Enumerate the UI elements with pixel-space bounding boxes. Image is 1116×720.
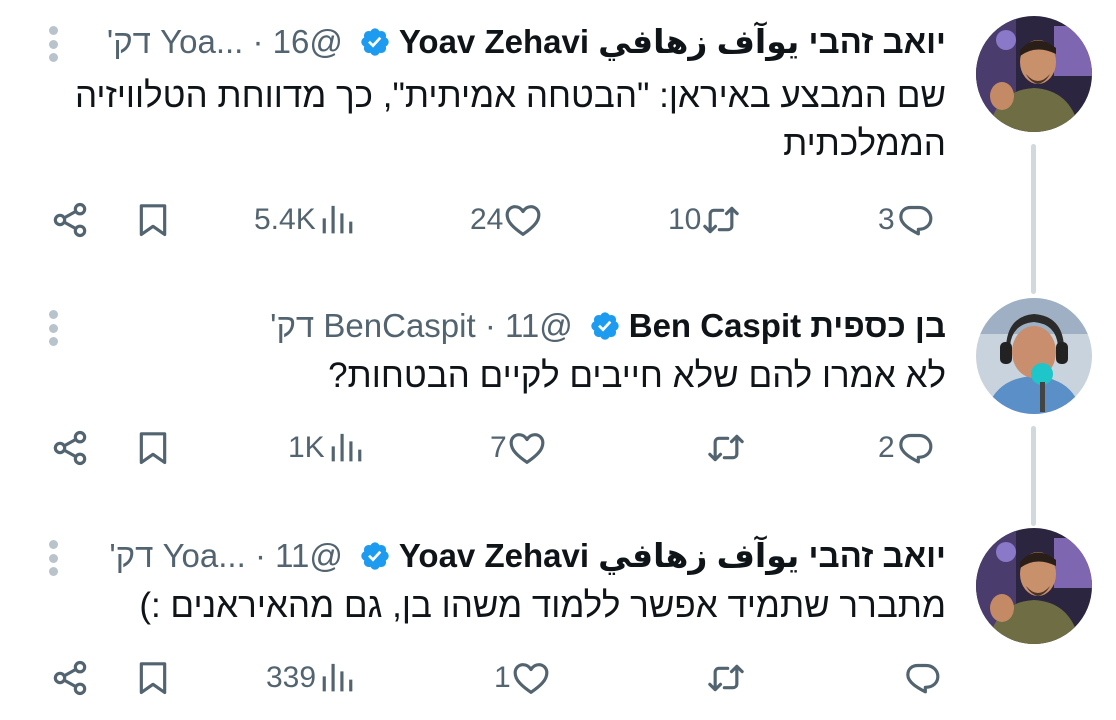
views-count: 1K — [288, 431, 325, 464]
bookmark-button[interactable] — [133, 656, 173, 700]
bookmark-button[interactable] — [133, 198, 173, 242]
like-button[interactable]: 24 — [470, 198, 543, 242]
tweet-header: יואב זהבי يوآف زهافي Yoav Zehavi @Yoa...… — [109, 536, 946, 576]
like-count: 24 — [470, 203, 504, 236]
tweet-header: בן כספית Ben Caspit @BenCaspit · 11 דק' — [270, 306, 946, 346]
retweet-button[interactable] — [706, 426, 746, 470]
bookmark-icon — [133, 200, 173, 240]
tweet-text: שם המבצע באיראן: "הבטחה אמיתית", כך מדוו… — [74, 76, 946, 163]
retweet-icon — [706, 658, 746, 698]
retweet-icon — [701, 200, 741, 240]
verified-badge-icon — [359, 540, 391, 572]
tweet[interactable]: יואב זהבי يوآف زهافي Yoav Zehavi @Yoa...… — [0, 528, 1116, 718]
handle-and-time[interactable]: @Yoa... · 11 דק' — [109, 536, 343, 576]
reply-button[interactable]: 3 — [878, 198, 935, 242]
tweet[interactable]: בן כספית Ben Caspit @BenCaspit · 11 דק' … — [0, 298, 1116, 488]
retweet-button[interactable] — [706, 656, 746, 700]
avatar[interactable] — [976, 298, 1092, 414]
like-count: 7 — [490, 431, 507, 464]
like-button[interactable]: 1 — [494, 656, 551, 700]
yoav-zehavi-avatar — [976, 16, 1092, 132]
tweet-actions: 3 10 24 5.4K — [0, 198, 1116, 242]
reply-button[interactable]: 2 — [878, 426, 935, 470]
display-name[interactable]: יואב זהבי يوآف زهافي Yoav Zehavi — [399, 22, 946, 62]
display-name[interactable]: יואב זהבי يوآف زهافي Yoav Zehavi — [399, 536, 946, 576]
verified-badge-icon — [589, 310, 621, 342]
share-button[interactable] — [50, 426, 90, 470]
handle-and-time[interactable]: @Yoa... · 16 דק' — [107, 22, 343, 62]
reply-icon — [895, 428, 935, 468]
like-count: 1 — [494, 661, 511, 694]
reply-button[interactable] — [902, 656, 942, 700]
tweet-actions: 1 339 — [0, 656, 1116, 700]
bookmark-icon — [133, 658, 173, 698]
ben-caspit-avatar — [976, 298, 1092, 414]
views-button[interactable]: 1K — [288, 426, 365, 470]
heart-icon — [503, 200, 543, 240]
like-button[interactable]: 7 — [490, 426, 547, 470]
bookmark-button[interactable] — [133, 426, 173, 470]
heart-icon — [511, 658, 551, 698]
tweet[interactable]: יואב זהבי يوآف زهافي Yoav Zehavi @Yoa...… — [0, 14, 1116, 264]
retweet-button[interactable]: 10 — [668, 198, 741, 242]
display-name[interactable]: בן כספית Ben Caspit — [629, 306, 946, 346]
reply-count: 2 — [878, 431, 895, 464]
share-icon — [50, 428, 90, 468]
avatar[interactable] — [976, 528, 1092, 644]
views-button[interactable]: 5.4K — [254, 198, 356, 242]
more-options-icon[interactable] — [46, 310, 60, 346]
more-options-icon[interactable] — [46, 26, 60, 62]
share-icon — [50, 200, 90, 240]
share-button[interactable] — [50, 656, 90, 700]
tweet-thread: יואב זהבי يوآف زهافي Yoav Zehavi @Yoa...… — [0, 0, 1116, 720]
reply-count: 3 — [878, 203, 895, 236]
retweet-icon — [706, 428, 746, 468]
views-button[interactable]: 339 — [266, 656, 356, 700]
avatar[interactable] — [976, 16, 1092, 132]
share-button[interactable] — [50, 198, 90, 242]
reply-icon — [895, 200, 935, 240]
tweet-text: מתברר שתמיד אפשר ללמוד משהו בן, גם מהאיר… — [139, 586, 946, 625]
more-options-icon[interactable] — [46, 540, 60, 576]
views-icon — [316, 658, 356, 698]
tweet-text: לא אמרו להם שלא חייבים לקיים הבטחות? — [328, 356, 946, 395]
views-icon — [316, 200, 356, 240]
views-count: 5.4K — [254, 203, 316, 236]
tweet-header: יואב זהבי يوآف زهافي Yoav Zehavi @Yoa...… — [107, 22, 946, 62]
yoav-zehavi-avatar — [976, 528, 1092, 644]
reply-icon — [902, 658, 942, 698]
views-icon — [325, 428, 365, 468]
handle-and-time[interactable]: @BenCaspit · 11 דק' — [270, 306, 573, 346]
bookmark-icon — [133, 428, 173, 468]
views-count: 339 — [266, 661, 317, 694]
verified-badge-icon — [359, 26, 391, 58]
retweet-count: 10 — [668, 203, 702, 236]
heart-icon — [507, 428, 547, 468]
share-icon — [50, 658, 90, 698]
tweet-actions: 2 7 1K — [0, 426, 1116, 470]
